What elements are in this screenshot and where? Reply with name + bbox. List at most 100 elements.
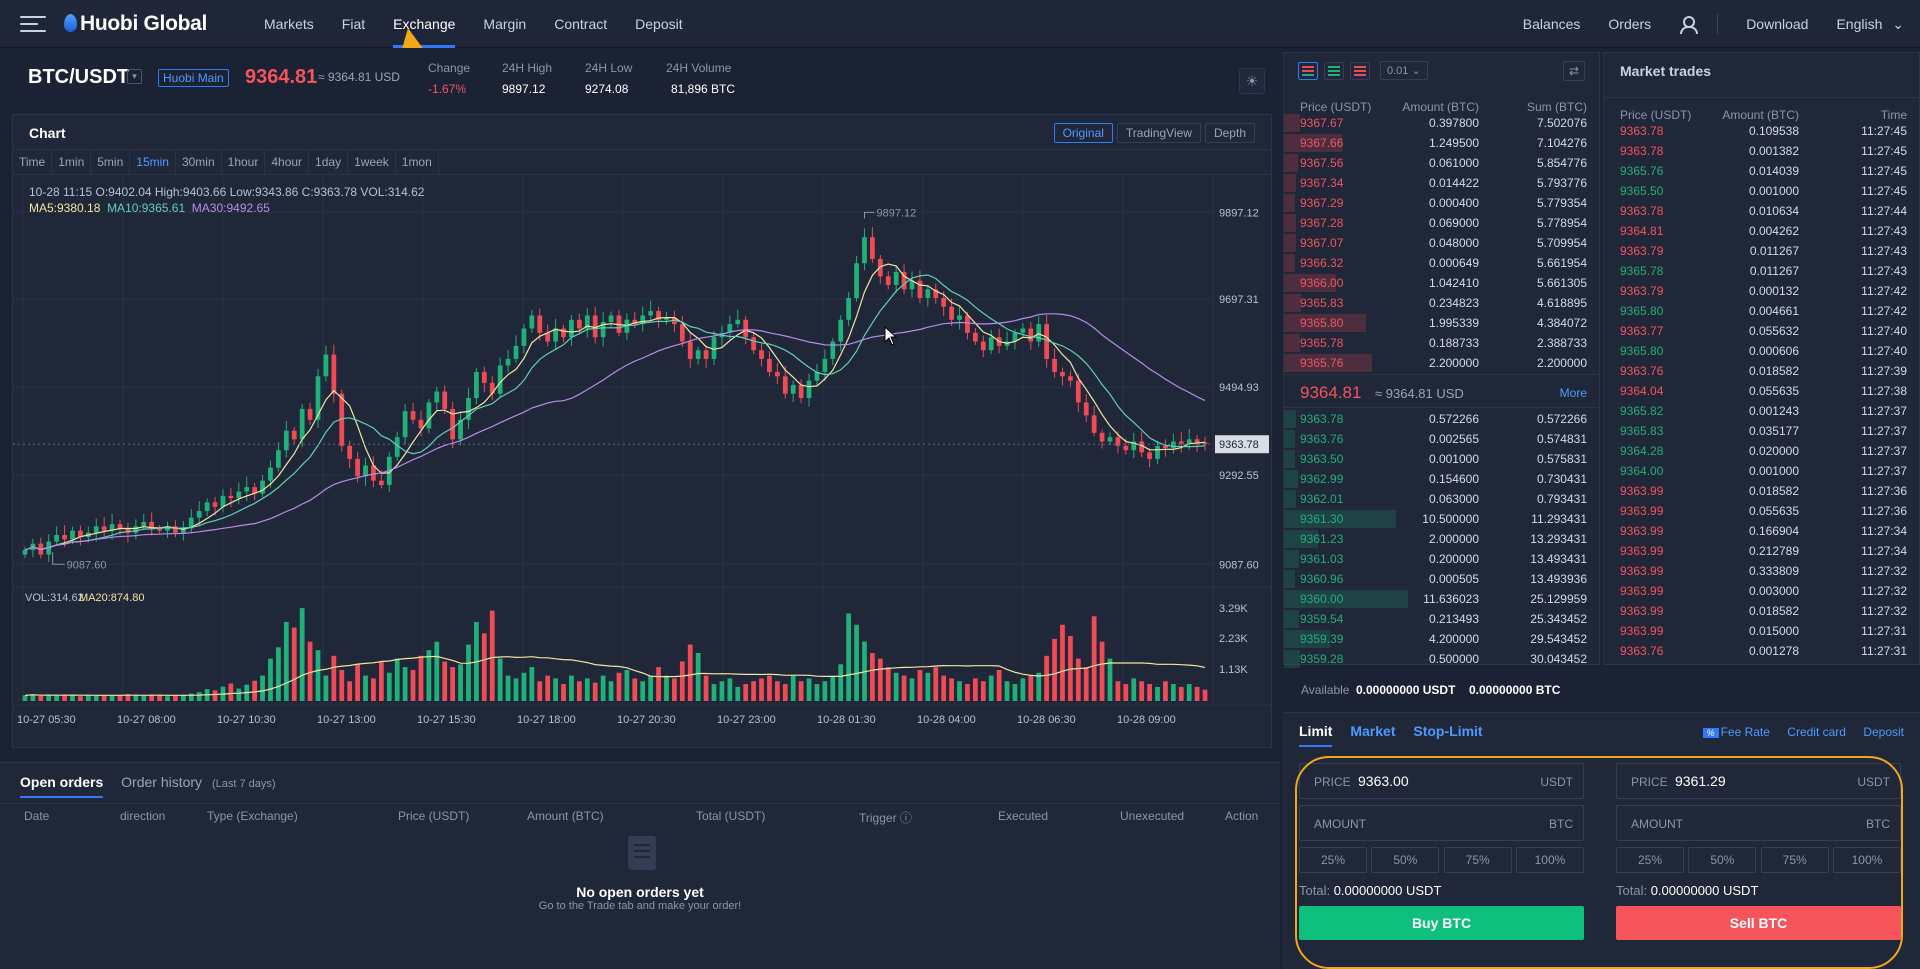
bid-row[interactable]: 9363.78 0.572266 0.572266 [1284,409,1599,429]
orderbook-bids-icon[interactable] [1324,61,1344,80]
tab-stop-limit[interactable]: Stop-Limit [1413,723,1482,739]
tab-depth[interactable]: Depth [1204,123,1255,143]
available-balance: Available 0.00000000 USDT 0.00000000 BTC [1283,668,1920,708]
user-icon[interactable] [1679,16,1699,34]
interval-4hour[interactable]: 4hour [265,151,310,174]
ask-row[interactable]: 9367.34 0.014422 5.793776 [1284,173,1599,193]
interval-1week[interactable]: 1week [348,151,396,174]
nav-balances[interactable]: Balances [1523,16,1581,32]
ask-sum: 4.384072 [1536,316,1587,330]
nav-markets[interactable]: Markets [250,0,328,48]
candle-body [489,382,495,394]
nav-orders[interactable]: Orders [1608,16,1651,32]
fee-rate-link[interactable]: % Fee Rate [1702,725,1770,739]
tab-tradingview[interactable]: TradingView [1116,123,1201,143]
tab-market[interactable]: Market [1350,723,1395,739]
ask-row[interactable]: 9367.29 0.000400 5.779354 [1284,193,1599,213]
interval-1hour[interactable]: 1hour [222,151,266,174]
bid-row[interactable]: 9363.50 0.001000 0.575831 [1284,449,1599,469]
sell-25-button[interactable]: 25% [1616,847,1684,873]
volume-bar [957,681,962,701]
interval-time[interactable]: Time [13,151,53,174]
ask-row[interactable]: 9366.32 0.000649 5.661954 [1284,253,1599,273]
tab-order-history[interactable]: Order history [121,774,202,790]
ask-row[interactable]: 9367.56 0.061000 5.854776 [1284,153,1599,173]
nav-fiat[interactable]: Fiat [328,0,379,48]
sell-price-input[interactable]: PRICE 9361.29 USDT [1616,763,1901,799]
more-link[interactable]: More [1560,386,1587,400]
buy-75-button[interactable]: 75% [1443,847,1512,873]
orderbook-last-price: 9364.81 ≈ 9364.81 USD More [1284,374,1599,408]
trade-amount: 0.004661 [1748,304,1799,318]
bid-row[interactable]: 9360.00 11.636023 25.129959 [1284,589,1599,609]
pair-dropdown-icon[interactable]: ▾ [127,69,142,84]
theme-toggle-icon[interactable]: ☀ [1239,68,1265,94]
precision-select[interactable]: 0.01 ⌄ [1380,61,1428,80]
bid-row[interactable]: 9360.96 0.000505 13.493936 [1284,569,1599,589]
ask-row[interactable]: 9367.28 0.069000 5.778954 [1284,213,1599,233]
tab-limit[interactable]: Limit [1299,723,1333,747]
interval-30min[interactable]: 30min [176,151,222,174]
interval-1day[interactable]: 1day [309,151,349,174]
candle-body [711,337,717,359]
volume-bar [489,610,495,701]
ask-row[interactable]: 9367.07 0.048000 5.709954 [1284,233,1599,253]
buy-amount-input[interactable]: AMOUNT BTC [1299,805,1584,841]
ask-row[interactable]: 9366.00 1.042410 5.661305 [1284,273,1599,293]
field-label: PRICE [1631,775,1668,789]
bid-row[interactable]: 9359.28 0.500000 30.043452 [1284,649,1599,669]
buy-button[interactable]: Buy BTC [1299,906,1584,940]
nav-margin[interactable]: Margin [469,0,540,48]
bid-row[interactable]: 9361.23 2.000000 13.293431 [1284,529,1599,549]
ask-row[interactable]: 9365.83 0.234823 4.618895 [1284,293,1599,313]
bid-amount: 0.063000 [1428,492,1479,506]
interval-15min[interactable]: 15min [130,151,176,174]
buy-100-button[interactable]: 100% [1515,847,1584,873]
menu-icon[interactable] [20,16,46,32]
orderbook-both-icon[interactable] [1298,61,1318,80]
logo[interactable]: Huobi Global [64,12,207,36]
ask-row[interactable]: 9365.76 2.200000 2.200000 [1284,353,1599,373]
volume-bar [22,695,28,701]
sell-button[interactable]: Sell BTC [1616,906,1901,940]
buy-50-button[interactable]: 50% [1371,847,1440,873]
ask-row[interactable]: 9367.66 1.249500 7.104276 [1284,133,1599,153]
interval-5min[interactable]: 5min [91,151,131,174]
bid-row[interactable]: 9362.01 0.063000 0.793431 [1284,489,1599,509]
nav-deposit[interactable]: Deposit [621,0,696,48]
ask-sum: 5.661954 [1536,256,1587,270]
bid-row[interactable]: 9363.76 0.002565 0.574831 [1284,429,1599,449]
orderbook-asks-icon[interactable] [1350,61,1370,80]
tab-original[interactable]: Original [1053,123,1113,143]
pair-name[interactable]: BTC/USDT [28,66,129,89]
sell-75-button[interactable]: 75% [1760,847,1829,873]
ask-row[interactable]: 9365.80 1.995339 4.384072 [1284,313,1599,333]
candlestick-chart[interactable]: 9897.12 9697.31 9494.93 9292.55 9087.60 10-27… [13,175,1271,747]
bid-row[interactable]: 9362.99 0.154600 0.730431 [1284,469,1599,489]
interval-1min[interactable]: 1min [52,151,92,174]
volume-bar [537,681,543,701]
stat-value: -1.67% [428,82,467,96]
buy-25-button[interactable]: 25% [1299,847,1367,873]
sell-50-button[interactable]: 50% [1688,847,1757,873]
sell-100-button[interactable]: 100% [1832,847,1901,873]
ask-row[interactable]: 9365.78 0.188733 2.388733 [1284,333,1599,353]
volume-bar [790,675,796,701]
orderbook-settings-icon[interactable]: ⇄ [1563,61,1585,81]
candle-body [22,550,28,555]
credit-card-link[interactable]: Credit card [1787,725,1846,739]
ask-row[interactable]: 9367.67 0.397800 7.502076 [1284,113,1599,133]
nav-download[interactable]: Download [1746,16,1808,32]
deposit-link[interactable]: Deposit [1863,725,1904,739]
stat-label: 24H High [502,61,553,75]
interval-1mon[interactable]: 1mon [396,151,439,174]
buy-price-input[interactable]: PRICE 9363.00 USDT [1299,763,1584,799]
bid-row[interactable]: 9359.54 0.213493 25.343452 [1284,609,1599,629]
bid-row[interactable]: 9361.03 0.200000 13.493431 [1284,549,1599,569]
bid-row[interactable]: 9361.30 10.500000 11.293431 [1284,509,1599,529]
tab-open-orders[interactable]: Open orders [20,774,104,798]
bid-row[interactable]: 9359.39 4.200000 29.543452 [1284,629,1599,649]
nav-contract[interactable]: Contract [540,0,621,48]
sell-amount-input[interactable]: AMOUNT BTC [1616,805,1901,841]
language-select[interactable]: English ⌄ [1836,16,1904,33]
